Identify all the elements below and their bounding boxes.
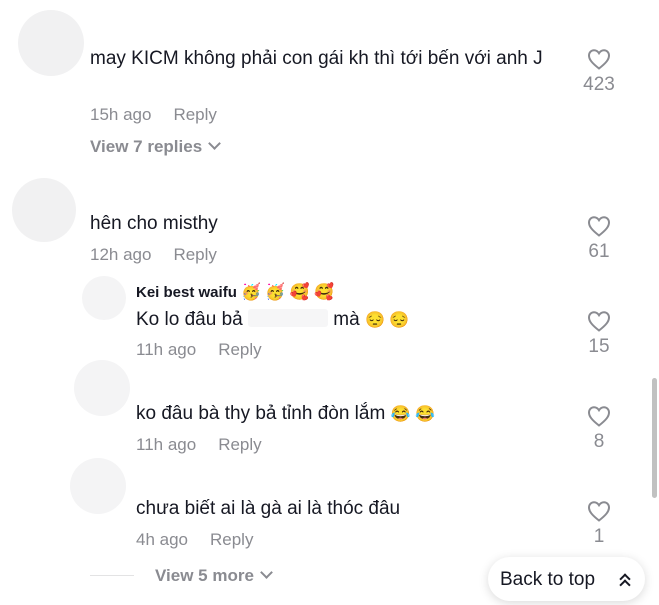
comment-meta: 15h ago Reply	[90, 105, 217, 125]
comment-text: may KICM không phải con gái kh thì tới b…	[90, 48, 543, 69]
avatar[interactable]	[18, 10, 84, 76]
reply-button[interactable]: Reply	[218, 340, 261, 359]
like-count: 423	[583, 74, 615, 95]
redacted-mention	[247, 309, 328, 327]
avatar[interactable]	[82, 276, 126, 320]
heart-outline-icon	[569, 48, 629, 70]
back-to-top-label: Back to top	[500, 569, 596, 590]
reply-button[interactable]: Reply	[173, 245, 216, 264]
like-button[interactable]: 423	[569, 48, 629, 96]
like-button[interactable]: 8	[569, 405, 629, 453]
like-button[interactable]: 61	[569, 215, 629, 263]
reply-meta: 4h ago Reply	[136, 530, 253, 550]
chevron-down-icon	[260, 566, 273, 579]
like-count: 8	[593, 431, 605, 452]
reply-button[interactable]: Reply	[210, 530, 253, 549]
reply-meta: 11h ago Reply	[136, 435, 262, 455]
heart-outline-icon	[569, 215, 629, 237]
heart-outline-icon	[569, 405, 629, 427]
view-more-divider	[90, 575, 134, 576]
reply-text: Ko lo đâu bả mà 😔 😔	[136, 309, 410, 330]
avatar[interactable]	[70, 458, 126, 514]
username-emojis: 🥳 🥳 🥰 🥰	[241, 284, 335, 301]
reply-username[interactable]: Kei best waifu 🥳 🥳 🥰 🥰	[136, 284, 334, 301]
heart-outline-icon	[569, 500, 629, 522]
comment-time: 15h ago	[90, 105, 152, 124]
chevron-down-icon	[208, 137, 222, 150]
text-emojis: 😂 😂	[390, 406, 435, 423]
view-replies-button[interactable]: View 7 replies	[90, 137, 222, 157]
reply-button[interactable]: Reply	[218, 435, 261, 454]
heart-outline-icon	[569, 310, 629, 332]
reply-time: 4h ago	[136, 530, 188, 549]
reply-text: ko đâu bà thy bả tỉnh đòn lắm 😂 😂	[136, 403, 435, 424]
scrollbar-thumb[interactable]	[652, 378, 657, 498]
reply-button[interactable]: Reply	[173, 105, 216, 124]
view-more-replies-button[interactable]: View 5 more	[155, 566, 273, 586]
like-button[interactable]: 1	[569, 500, 629, 548]
comment-time: 12h ago	[90, 245, 152, 264]
reply-time: 11h ago	[136, 435, 197, 454]
like-button[interactable]: 15	[569, 310, 629, 358]
avatar[interactable]	[12, 178, 76, 242]
avatar[interactable]	[74, 360, 130, 416]
text-emojis: 😔 😔	[364, 312, 410, 329]
comment-text: hên cho misthy	[90, 213, 218, 234]
reply-time: 11h ago	[136, 340, 197, 359]
like-count: 15	[588, 336, 610, 357]
like-count: 1	[593, 526, 605, 547]
comment-meta: 12h ago Reply	[90, 245, 217, 265]
back-to-top-button[interactable]: Back to top	[488, 557, 645, 601]
like-count: 61	[588, 241, 610, 262]
reply-text: chưa biết ai là gà ai là thóc đâu	[136, 498, 401, 519]
reply-meta: 11h ago Reply	[136, 340, 262, 360]
